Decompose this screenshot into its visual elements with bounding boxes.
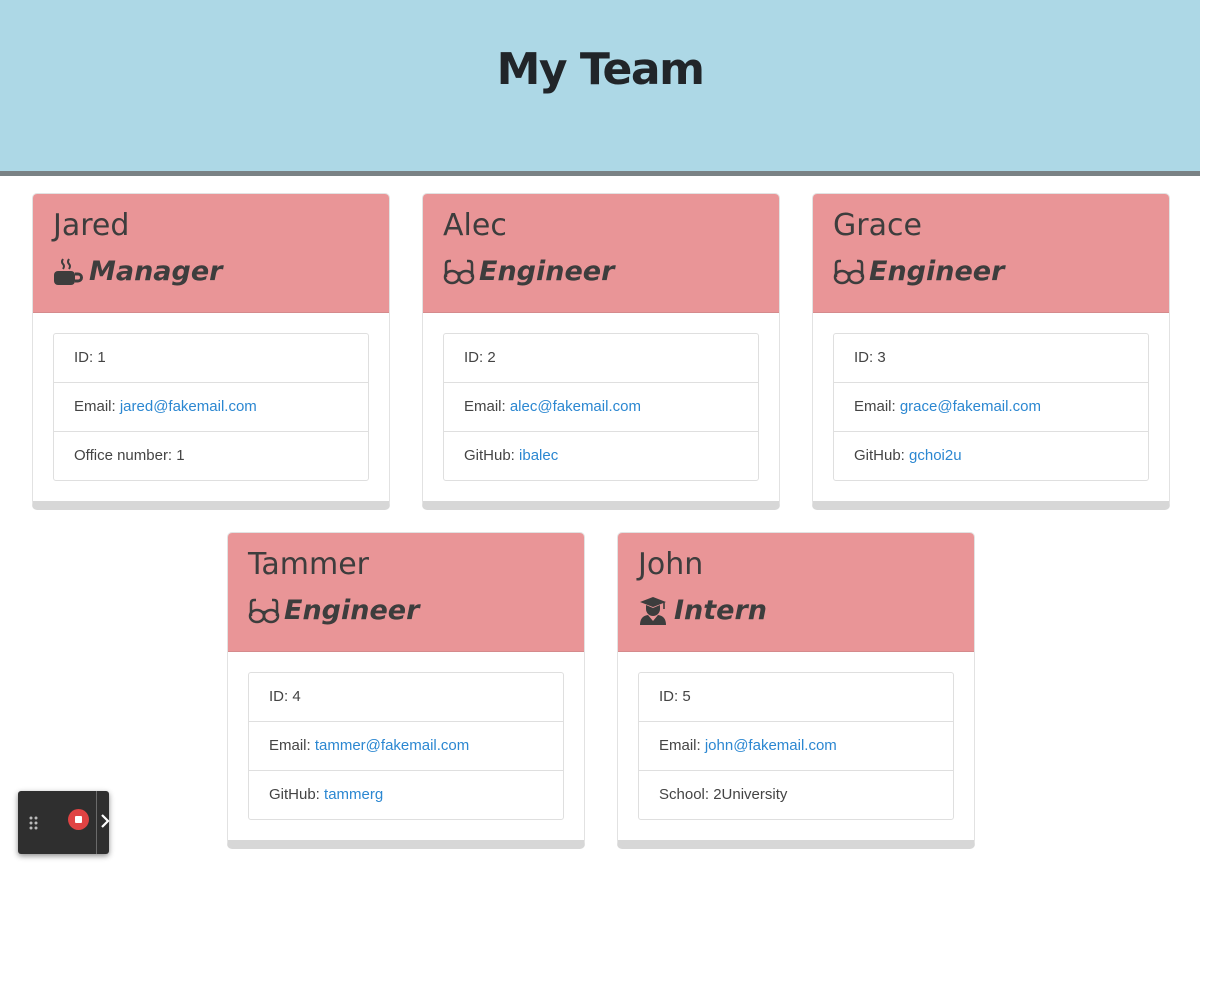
screen-recorder-widget[interactable] — [18, 791, 111, 854]
glasses-icon — [443, 257, 475, 287]
github-item: GitHub: ibalec — [444, 432, 758, 480]
page-header: My Team — [0, 0, 1200, 176]
info-list: ID: 4 Email: tammer@fakemail.com GitHub:… — [248, 672, 564, 820]
info-list: ID: 2 Email: alec@fakemail.com GitHub: i… — [443, 333, 759, 481]
info-list: ID: 1 Email: jared@fakemail.com Office n… — [53, 333, 369, 481]
school-item: School: 2University — [639, 771, 953, 819]
email-label: Email: — [464, 398, 510, 415]
card-header: Grace Engineer — [813, 194, 1169, 313]
github-link[interactable]: ibalec — [519, 447, 558, 464]
github-label: GitHub: — [854, 447, 910, 464]
email-link[interactable]: jared@fakemail.com — [120, 398, 257, 415]
role-label: Engineer — [284, 595, 420, 626]
employee-name: Jared — [53, 208, 130, 243]
card-header: Jared Manager — [33, 194, 389, 313]
email-link[interactable]: john@fakemail.com — [705, 737, 837, 754]
email-link[interactable]: alec@fakemail.com — [510, 398, 641, 415]
glasses-icon — [833, 257, 865, 287]
office-number-label: Office number: 1 — [74, 447, 185, 464]
id-item: ID: 3 — [834, 334, 1148, 383]
employee-role: Intern — [638, 593, 954, 629]
page-title: My Team — [496, 44, 705, 95]
card-header: Tammer Engineer — [228, 533, 584, 652]
id-item: ID: 5 — [639, 673, 953, 722]
drag-handle-icon[interactable] — [29, 816, 38, 835]
email-label: Email: — [74, 398, 120, 415]
divider — [96, 791, 97, 854]
role-label: Engineer — [869, 256, 1005, 287]
employee-name: John — [638, 547, 704, 582]
chevron-right-icon[interactable] — [99, 810, 111, 837]
employee-card: John Intern ID: 5 Email: john@fakemail.c… — [617, 532, 975, 849]
email-label: Email: — [269, 737, 315, 754]
github-link[interactable]: tammerg — [324, 786, 383, 803]
id-item: ID: 1 — [54, 334, 368, 383]
employee-card: Grace Engineer ID: 3 Email: grace@fakema… — [812, 193, 1170, 510]
school-label: School: 2University — [659, 786, 788, 803]
card-header: Alec Engineer — [423, 194, 779, 313]
employee-role: Manager — [53, 254, 369, 290]
role-label: Manager — [89, 256, 223, 287]
github-label: GitHub: — [464, 447, 520, 464]
employee-name: Grace — [833, 208, 922, 243]
email-label: Email: — [659, 737, 705, 754]
email-item: Email: alec@fakemail.com — [444, 383, 758, 432]
role-label: Engineer — [479, 256, 615, 287]
id-item: ID: 4 — [249, 673, 563, 722]
employee-name: Alec — [443, 208, 507, 243]
employee-role: Engineer — [248, 593, 564, 629]
info-list: ID: 3 Email: grace@fakemail.com GitHub: … — [833, 333, 1149, 481]
email-item: Email: jared@fakemail.com — [54, 383, 368, 432]
employee-name: Tammer — [248, 547, 369, 582]
coffee-icon — [53, 257, 83, 287]
employee-card: Jared Manager ID: 1 Email: jared@fakemai… — [32, 193, 390, 510]
github-label: GitHub: — [269, 786, 325, 803]
employee-card: Alec Engineer ID: 2 Email: alec@fakemail… — [422, 193, 780, 510]
glasses-icon — [248, 596, 280, 626]
role-label: Intern — [674, 595, 768, 626]
employee-role: Engineer — [443, 254, 759, 290]
email-item: Email: tammer@fakemail.com — [249, 722, 563, 771]
email-item: Email: john@fakemail.com — [639, 722, 953, 771]
email-link[interactable]: tammer@fakemail.com — [315, 737, 469, 754]
stop-record-icon[interactable] — [68, 809, 89, 830]
email-item: Email: grace@fakemail.com — [834, 383, 1148, 432]
graduate-icon — [638, 596, 668, 626]
github-item: GitHub: gchoi2u — [834, 432, 1148, 480]
github-item: GitHub: tammerg — [249, 771, 563, 819]
info-list: ID: 5 Email: john@fakemail.com School: 2… — [638, 672, 954, 820]
office-number-item: Office number: 1 — [54, 432, 368, 480]
card-header: John Intern — [618, 533, 974, 652]
employee-card: Tammer Engineer ID: 4 Email: tammer@fake… — [227, 532, 585, 849]
email-label: Email: — [854, 398, 900, 415]
email-link[interactable]: grace@fakemail.com — [900, 398, 1041, 415]
id-item: ID: 2 — [444, 334, 758, 383]
employee-role: Engineer — [833, 254, 1149, 290]
github-link[interactable]: gchoi2u — [909, 447, 962, 464]
